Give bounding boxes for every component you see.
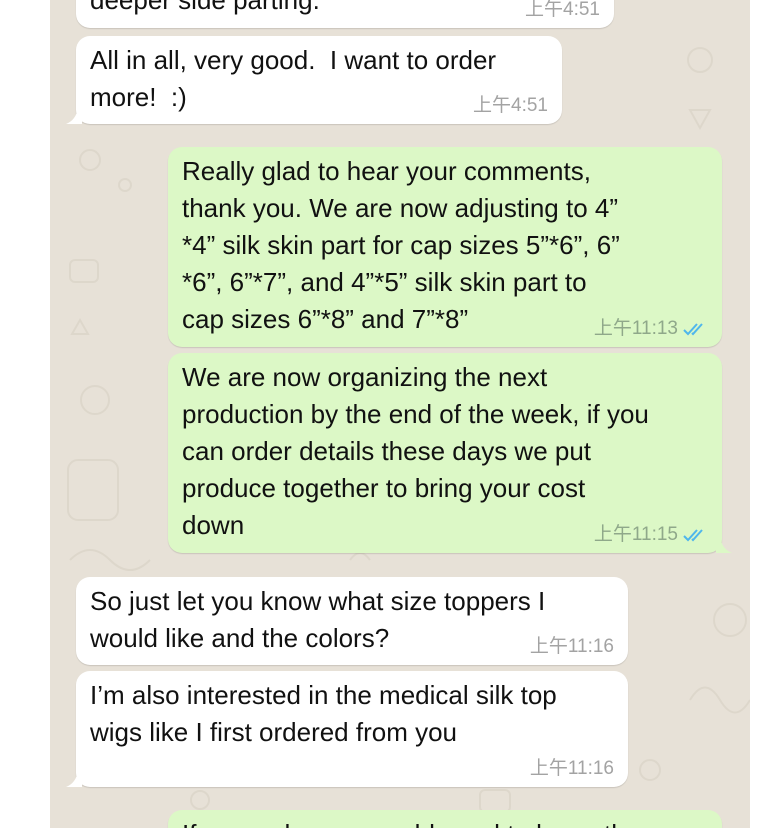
double-check-icon bbox=[682, 527, 708, 543]
message-meta: 上午11:13 bbox=[594, 318, 708, 340]
message-bubble-incoming[interactable]: All in all, very good. I want to order m… bbox=[66, 36, 562, 124]
message-text: deeper side parting. bbox=[90, 0, 320, 15]
message-text: I’m also interested in the medical silk … bbox=[90, 680, 557, 747]
message-meta: 上午11:15 bbox=[594, 524, 708, 546]
right-gutter bbox=[750, 0, 772, 828]
message-text: Really glad to hear your comments, thank… bbox=[182, 156, 620, 334]
message-meta: 上午11:16 bbox=[530, 636, 614, 658]
message-meta: 上午4:51 bbox=[473, 95, 548, 117]
bubble-tail bbox=[66, 771, 82, 787]
message-time: 上午11:16 bbox=[529, 636, 614, 657]
message-time: 上午11:13 bbox=[593, 318, 678, 339]
message-bubble-outgoing[interactable]: Really glad to hear your comments, thank… bbox=[168, 147, 722, 347]
message-time: 上午4:51 bbox=[473, 95, 548, 116]
message-text: If you order, we would need to know the bbox=[182, 816, 708, 828]
message-bubble-outgoing[interactable]: We are now organizing the next productio… bbox=[168, 353, 732, 553]
message-time: 上午11:16 bbox=[529, 758, 614, 779]
message-time: 上午11:15 bbox=[593, 524, 678, 545]
bubble-tail bbox=[716, 537, 732, 553]
message-bubble-outgoing[interactable]: If you order, we would need to know the bbox=[168, 810, 722, 828]
message-bubble-incoming[interactable]: So just let you know what size toppers I… bbox=[76, 577, 628, 665]
message-text: We are now organizing the next productio… bbox=[182, 362, 649, 540]
message-bubble-incoming[interactable]: I’m also interested in the medical silk … bbox=[66, 671, 628, 787]
message-meta: 上午11:16 bbox=[530, 758, 614, 780]
bubble-tail bbox=[66, 108, 82, 124]
double-check-icon bbox=[682, 321, 708, 337]
message-meta: 上午4:51 bbox=[525, 0, 600, 21]
message-time: 上午4:51 bbox=[525, 0, 600, 20]
message-bubble-incoming[interactable]: deeper side parting. 上午4:51 bbox=[76, 0, 614, 28]
